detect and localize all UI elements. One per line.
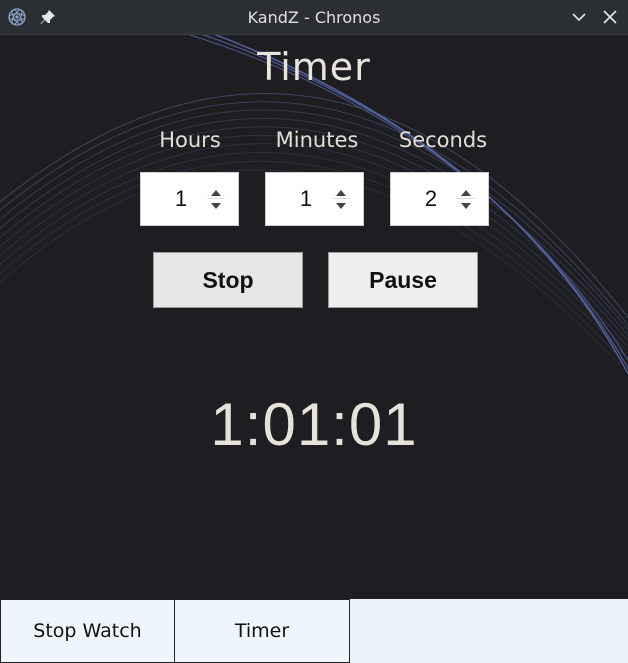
pause-button[interactable]: Pause [328, 252, 478, 308]
hours-increment-icon[interactable] [207, 187, 225, 198]
main-content: Timer Hours Minutes Seconds 1 1 2 Stop P… [0, 35, 628, 599]
seconds-label: Seconds [398, 128, 488, 152]
page-title: Timer [257, 45, 371, 89]
minutes-stepper [332, 187, 350, 211]
hours-decrement-icon[interactable] [207, 200, 225, 211]
tab-stop-watch[interactable]: Stop Watch [0, 599, 175, 663]
stepper-divider [332, 198, 350, 199]
minutes-increment-icon[interactable] [332, 187, 350, 198]
close-icon[interactable] [602, 9, 618, 25]
stepper-divider [457, 198, 475, 199]
minutes-spinbox[interactable]: 1 [265, 172, 364, 226]
seconds-increment-icon[interactable] [457, 187, 475, 198]
chevron-down-icon[interactable] [571, 9, 587, 25]
hours-stepper [207, 187, 225, 211]
minutes-label: Minutes [275, 128, 359, 152]
background-arcs [0, 35, 628, 376]
seconds-spinbox[interactable]: 2 [390, 172, 489, 226]
tab-bar: Stop Watch Timer [0, 599, 628, 663]
minutes-decrement-icon[interactable] [332, 200, 350, 211]
tab-timer[interactable]: Timer [175, 599, 350, 663]
title-bar: KandZ - Chronos [0, 0, 628, 35]
hours-label: Hours [159, 128, 221, 152]
seconds-stepper [457, 187, 475, 211]
countdown-display: 1:01:01 [210, 391, 418, 458]
stop-button[interactable]: Stop [153, 252, 303, 308]
window-title: KandZ - Chronos [247, 8, 381, 27]
seconds-decrement-icon[interactable] [457, 200, 475, 211]
hours-spinbox[interactable]: 1 [140, 172, 239, 226]
stepper-divider [207, 198, 225, 199]
